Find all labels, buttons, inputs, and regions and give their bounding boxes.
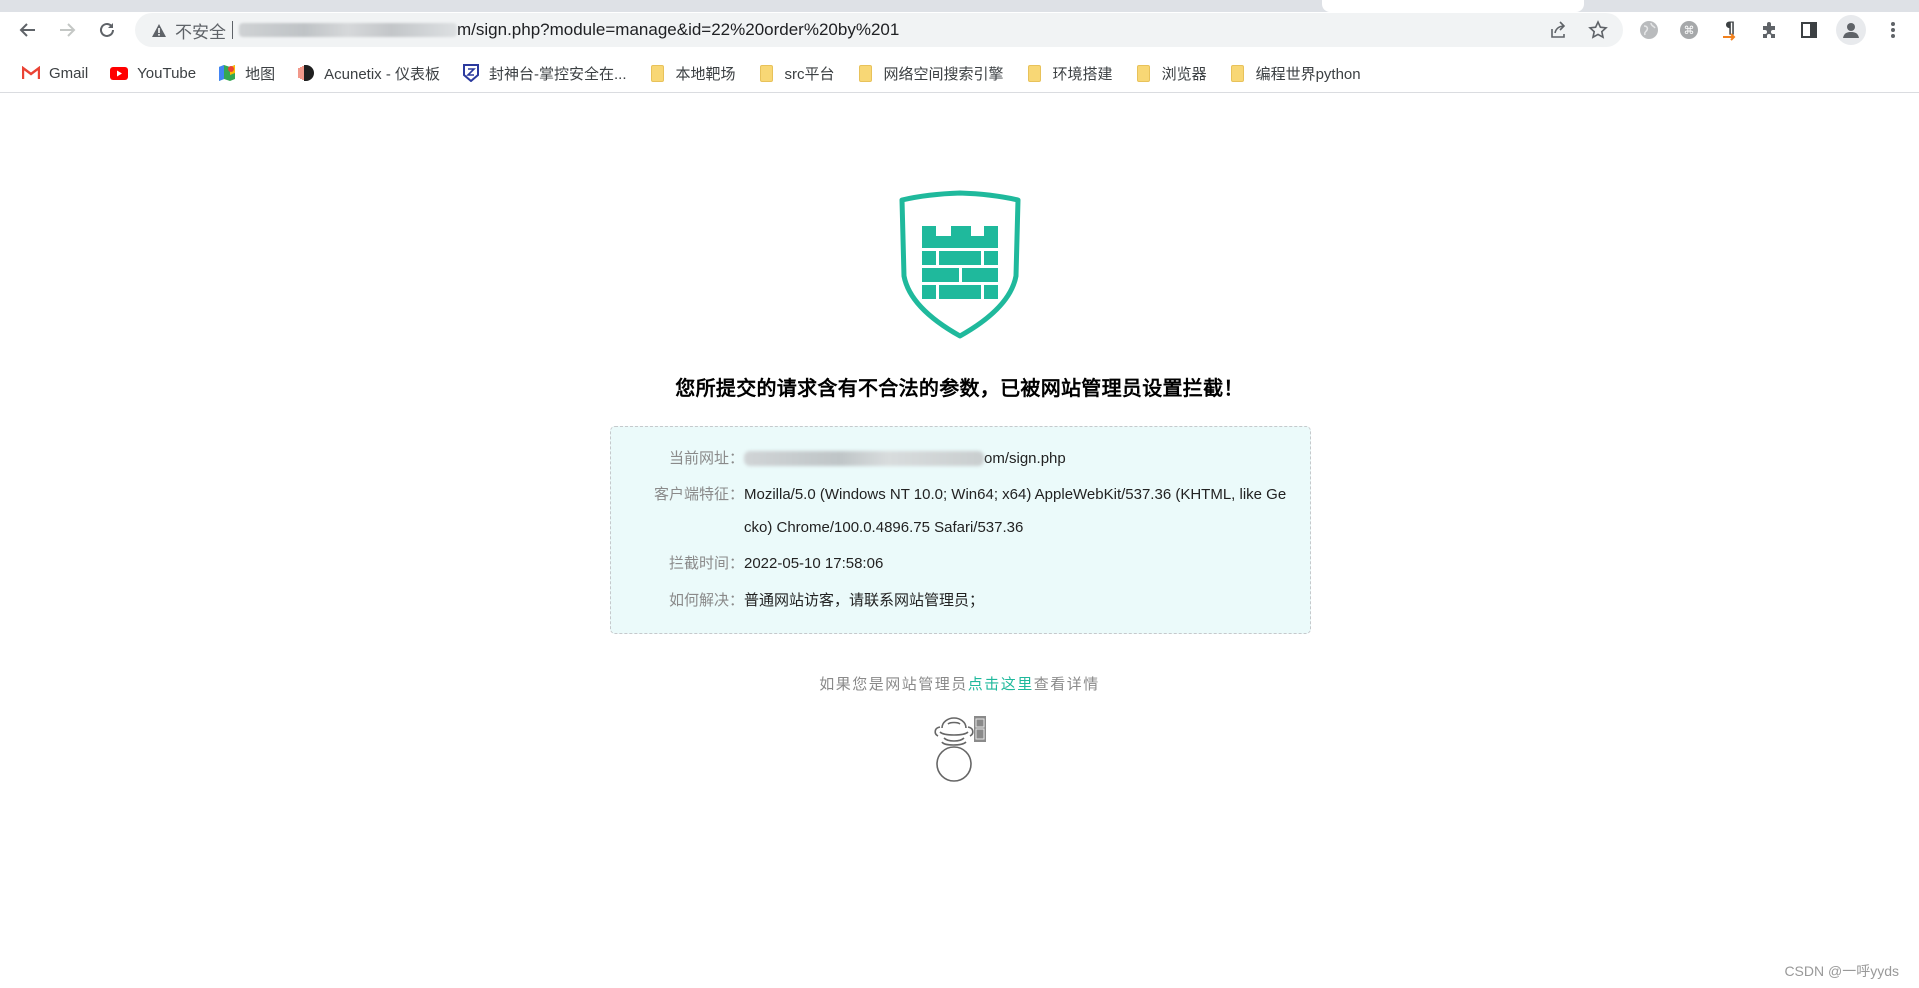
bookmark-label: 本地靶场 xyxy=(675,65,736,83)
admin-details-link[interactable]: 点击这里 xyxy=(968,676,1034,693)
separator xyxy=(232,21,233,39)
time-value: 2022-05-10 17:58:06 xyxy=(744,555,884,572)
bookmark-gmail[interactable]: Gmail xyxy=(16,60,94,86)
admin-hint: 如果您是网站管理员点击这里查看详情 xyxy=(0,673,1919,694)
more-menu-icon[interactable] xyxy=(1880,17,1906,43)
bookmark-label: 地图 xyxy=(245,65,276,83)
svg-text:⌘: ⌘ xyxy=(1684,24,1695,37)
gmail-icon xyxy=(22,64,40,82)
bookmark-label: Gmail xyxy=(49,64,89,82)
info-row-client: 客户端特征： Mozilla/5.0 (Windows NT 10.0; Win… xyxy=(611,478,1289,544)
maps-icon xyxy=(218,64,236,82)
current-url-value: om/sign.php xyxy=(744,442,1289,475)
arrow-left-icon xyxy=(19,23,35,37)
firewall-shield-icon xyxy=(898,190,1022,340)
tab-strip xyxy=(0,0,1919,12)
solution-value: 普通网站访客，请联系网站管理员； xyxy=(744,592,985,609)
info-row-time: 拦截时间： 2022-05-10 17:58:06 xyxy=(611,547,1289,580)
toolbar-divider xyxy=(0,92,1919,93)
share-icon[interactable] xyxy=(1545,17,1571,43)
door-knocker-logo-icon xyxy=(928,714,992,784)
warning-icon[interactable] xyxy=(151,22,167,38)
current-url-suffix: om/sign.php xyxy=(984,450,1066,467)
bookmark-label: 环境搭建 xyxy=(1052,65,1113,83)
active-tab[interactable] xyxy=(1322,0,1584,12)
svg-text:¶: ¶ xyxy=(1725,19,1735,37)
paragraph-extension-icon[interactable]: ¶ xyxy=(1716,17,1742,43)
bookmark-label: 编程世界python xyxy=(1255,65,1361,83)
bookmarks-bar: Gmail YouTube 地图 Acunetix - 仪表板 封神台-掌控安全… xyxy=(0,58,1919,88)
bookmark-fengshentai[interactable]: 封神台-掌控安全在... xyxy=(456,60,633,86)
bookmark-folder-src[interactable]: src平台 xyxy=(752,60,841,86)
bookmark-maps[interactable]: 地图 xyxy=(212,60,281,86)
folder-icon xyxy=(649,64,667,82)
profile-avatar-icon[interactable] xyxy=(1836,15,1866,45)
folder-icon xyxy=(1026,64,1044,82)
url-text[interactable]: m/sign.php?module=manage&id=22%20order%2… xyxy=(457,20,899,40)
time-label: 拦截时间： xyxy=(668,555,744,572)
redacted-host xyxy=(239,23,457,37)
info-row-current-url: 当前网址： om/sign.php xyxy=(611,442,1289,475)
arrow-right-icon xyxy=(60,23,76,37)
puzzle-extensions-icon[interactable] xyxy=(1756,17,1782,43)
admin-hint-suffix: 查看详情 xyxy=(1033,676,1100,693)
bookmark-label: 封神台-掌控安全在... xyxy=(489,65,627,83)
block-headline: 您所提交的请求含有不合法的参数，已被网站管理员设置拦截！ xyxy=(675,378,1244,400)
acunetix-icon xyxy=(297,64,315,82)
bookmark-folder-search-engines[interactable]: 网络空间搜索引擎 xyxy=(851,60,1010,86)
bookmark-acunetix[interactable]: Acunetix - 仪表板 xyxy=(291,60,446,86)
forward-button[interactable] xyxy=(53,16,81,44)
bookmark-label: Acunetix - 仪表板 xyxy=(324,65,441,83)
solution-label: 如何解决： xyxy=(668,592,744,609)
reload-button[interactable] xyxy=(93,16,121,44)
folder-icon xyxy=(857,64,875,82)
reload-icon xyxy=(100,22,114,37)
fengshentai-icon xyxy=(462,64,480,82)
bookmark-folder-python[interactable]: 编程世界python xyxy=(1223,60,1367,86)
bookmark-label: src平台 xyxy=(784,65,835,83)
globe-extension-icon[interactable] xyxy=(1636,17,1662,43)
admin-hint-prefix: 如果您是网站管理员 xyxy=(819,676,968,693)
folder-icon xyxy=(1229,64,1247,82)
bookmark-folder-local-range[interactable]: 本地靶场 xyxy=(643,60,742,86)
browser-toolbar: 不安全 m/sign.php?module=manage&id=22%20ord… xyxy=(0,12,1919,47)
bookmark-folder-env-setup[interactable]: 环境搭建 xyxy=(1020,60,1119,86)
block-info-box: 当前网址： om/sign.php 客户端特征： Mozilla/5.0 (Wi… xyxy=(610,426,1311,634)
folder-icon xyxy=(758,64,776,82)
bookmark-folder-browsers[interactable]: 浏览器 xyxy=(1129,60,1213,86)
security-status[interactable]: 不安全 xyxy=(175,18,226,43)
bookmark-label: 浏览器 xyxy=(1161,65,1207,83)
csdn-watermark: CSDN @一呼yyds xyxy=(1784,963,1899,979)
client-value: Mozilla/5.0 (Windows NT 10.0; Win64; x64… xyxy=(744,486,1287,536)
redacted-host xyxy=(744,451,984,466)
address-bar[interactable]: 不安全 m/sign.php?module=manage&id=22%20ord… xyxy=(135,13,1623,47)
bookmark-label: 网络空间搜索引擎 xyxy=(883,65,1004,83)
bookmark-youtube[interactable]: YouTube xyxy=(104,60,202,86)
youtube-icon xyxy=(110,64,129,82)
current-url-label: 当前网址： xyxy=(668,450,744,467)
folder-icon xyxy=(1135,64,1153,82)
side-panel-icon[interactable] xyxy=(1796,17,1822,43)
back-button[interactable] xyxy=(14,16,42,44)
command-extension-icon[interactable]: ⌘ xyxy=(1676,17,1702,43)
bookmark-star-icon[interactable] xyxy=(1585,17,1611,43)
info-row-solution: 如何解决： 普通网站访客，请联系网站管理员； xyxy=(611,584,1289,617)
client-label: 客户端特征： xyxy=(653,486,744,503)
bookmark-label: YouTube xyxy=(137,64,197,82)
